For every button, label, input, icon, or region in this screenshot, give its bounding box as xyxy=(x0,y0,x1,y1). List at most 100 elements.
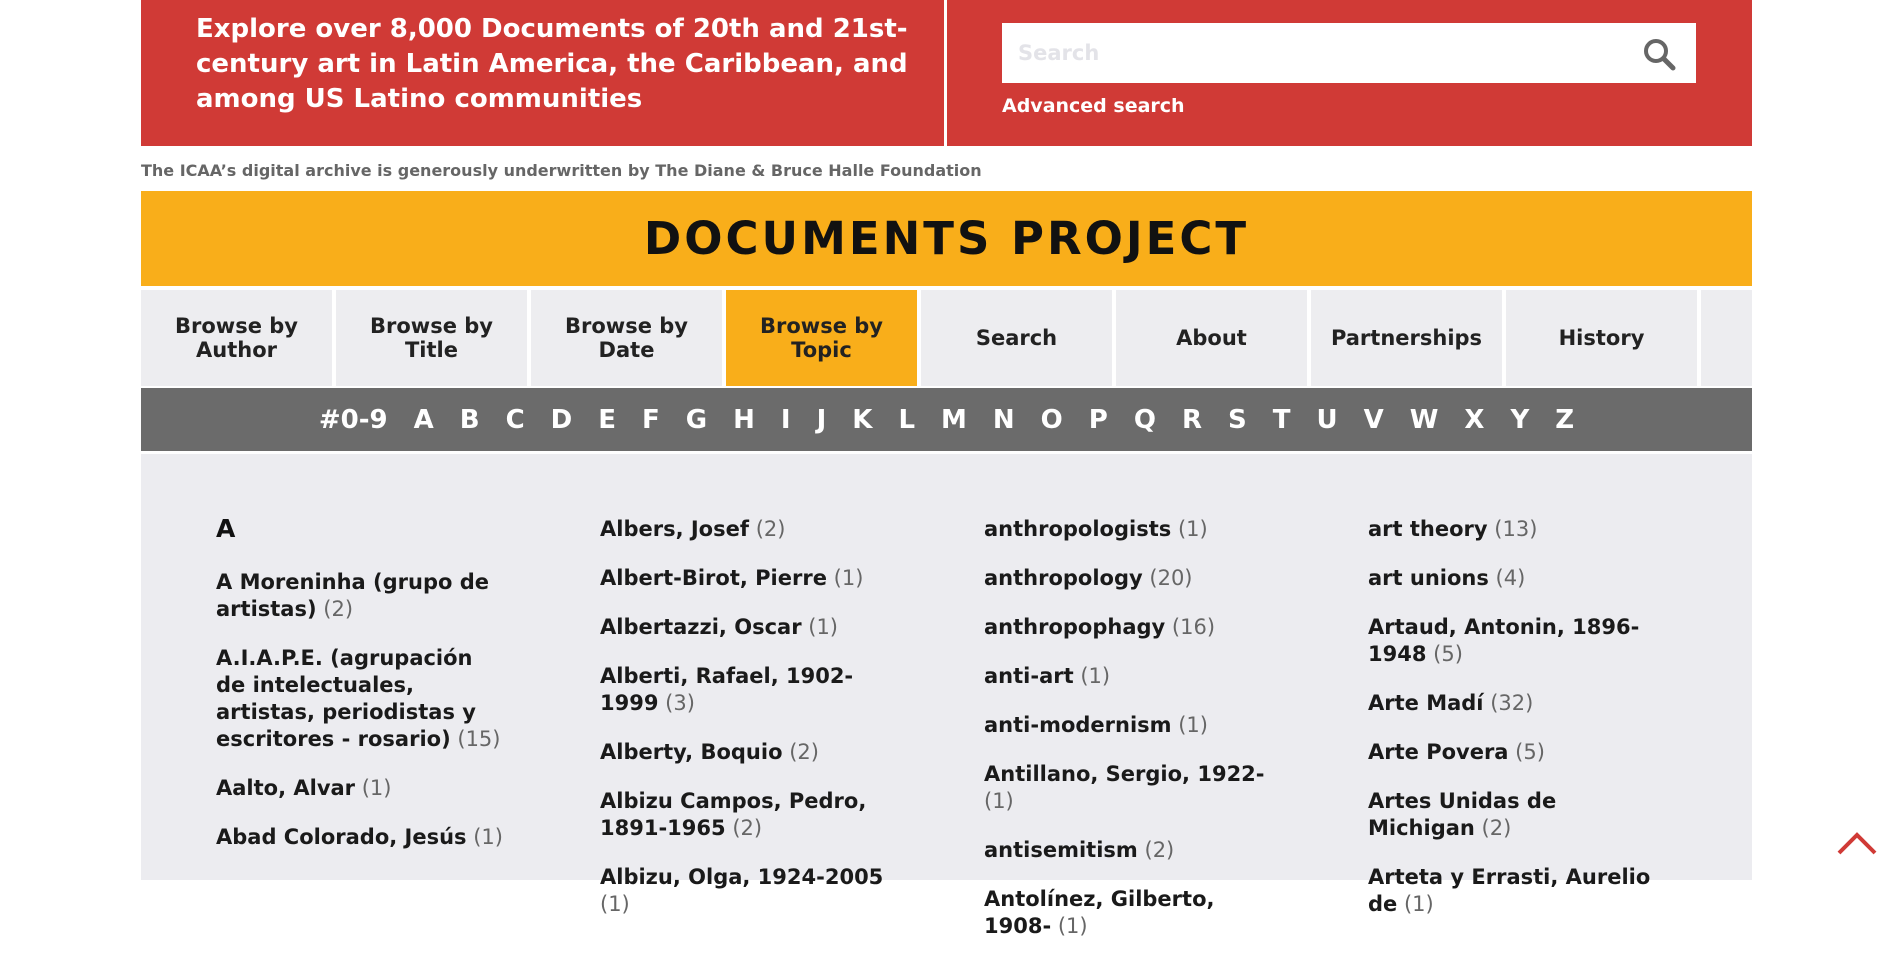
alphabet-link-z[interactable]: Z xyxy=(1542,405,1587,435)
topic-link[interactable]: Artes Unidas de Michigan xyxy=(1368,789,1556,840)
topic-link[interactable]: art theory xyxy=(1368,517,1488,541)
nav-spacer xyxy=(1701,290,1752,386)
alphabet-link-y[interactable]: Y xyxy=(1497,405,1542,435)
topic-link[interactable]: Alberty, Boquio xyxy=(600,740,783,764)
topic-entry: antisemitism (2) xyxy=(984,837,1274,864)
alphabet-nav: #0-9 A B C D E F G H I J K L M N O P Q R S T U V W X Y Z xyxy=(141,388,1752,451)
topic-entry: Arteta y Errasti, Aurelio de (1) xyxy=(1368,864,1658,918)
topic-count: (1) xyxy=(1178,713,1208,737)
underwriter-note: The ICAA’s digital archive is generously… xyxy=(141,161,982,180)
topic-entry: Antolínez, Gilberto, 1908- (1) xyxy=(984,886,1274,940)
topic-entry: anthropologists (1) xyxy=(984,516,1274,543)
page-title: DOCUMENTS PROJECT xyxy=(643,212,1250,265)
topic-link[interactable]: anthropology xyxy=(984,566,1143,590)
topic-link[interactable]: Alberti, Rafael, 1902-1999 xyxy=(600,664,853,715)
alphabet-link-a[interactable]: A xyxy=(401,405,447,435)
topic-link[interactable]: antisemitism xyxy=(984,838,1138,862)
alphabet-link-i[interactable]: I xyxy=(768,405,804,435)
topic-entry: Artes Unidas de Michigan (2) xyxy=(1368,788,1658,842)
topic-count: (32) xyxy=(1490,691,1534,715)
topic-entry: Antillano, Sergio, 1922- (1) xyxy=(984,761,1274,815)
topic-column: A A Moreninha (grupo de artistas) (2) A.I.… xyxy=(216,510,506,873)
topic-count: (3) xyxy=(665,691,695,715)
nav-tab-history[interactable]: History xyxy=(1506,290,1697,386)
topic-count: (2) xyxy=(1481,816,1512,840)
topic-link[interactable]: art unions xyxy=(1368,566,1489,590)
alphabet-link-r[interactable]: R xyxy=(1169,405,1215,435)
topic-entry: Albert-Birot, Pierre (1) xyxy=(600,565,890,592)
search-input[interactable] xyxy=(1002,23,1602,83)
topic-count: (5) xyxy=(1515,740,1545,764)
section-letter: A xyxy=(216,514,236,543)
alphabet-link-w[interactable]: W xyxy=(1397,405,1452,435)
topic-count: (1) xyxy=(984,789,1014,813)
topic-link[interactable]: Aalto, Alvar xyxy=(216,776,355,800)
nav-tab-browse-by-date[interactable]: Browse by Date xyxy=(531,290,722,386)
topic-link[interactable]: Arte Povera xyxy=(1368,740,1508,764)
topic-link[interactable]: Albertazzi, Oscar xyxy=(600,615,802,639)
alphabet-link-d[interactable]: D xyxy=(538,405,586,435)
topic-count: (15) xyxy=(457,727,501,751)
topic-link[interactable]: Antillano, Sergio, 1922- xyxy=(984,762,1265,786)
alphabet-link-j[interactable]: J xyxy=(804,405,840,435)
topic-link[interactable]: Albers, Josef xyxy=(600,517,749,541)
nav-tab-search[interactable]: Search xyxy=(921,290,1112,386)
nav-tab-about[interactable]: About xyxy=(1116,290,1307,386)
topic-entry: A Moreninha (grupo de artistas) (2) xyxy=(216,569,506,623)
hero-divider xyxy=(944,0,947,146)
topic-count: (2) xyxy=(755,517,786,541)
search-icon[interactable] xyxy=(1642,37,1676,71)
alphabet-link-q[interactable]: Q xyxy=(1121,405,1169,435)
topic-entry: Alberty, Boquio (2) xyxy=(600,739,890,766)
topic-link[interactable]: Albizu, Olga, 1924-2005 xyxy=(600,865,883,889)
alphabet-link-numbers[interactable]: #0-9 xyxy=(306,405,401,435)
alphabet-link-o[interactable]: O xyxy=(1028,405,1076,435)
alphabet-link-s[interactable]: S xyxy=(1215,405,1260,435)
topic-entry: anthropology (20) xyxy=(984,565,1274,592)
topic-entry: Alberti, Rafael, 1902-1999 (3) xyxy=(600,663,890,717)
chevron-up-icon[interactable] xyxy=(1836,830,1878,856)
nav-tab-browse-by-author[interactable]: Browse by Author xyxy=(141,290,332,386)
topic-link[interactable]: A.I.A.P.E. (agrupación de intelectuales,… xyxy=(216,646,476,751)
alphabet-link-m[interactable]: M xyxy=(928,405,980,435)
alphabet-link-l[interactable]: L xyxy=(885,405,928,435)
topic-count: (1) xyxy=(473,825,503,849)
alphabet-link-t[interactable]: T xyxy=(1260,405,1304,435)
topic-link[interactable]: Abad Colorado, Jesús xyxy=(216,825,467,849)
alphabet-link-v[interactable]: V xyxy=(1351,405,1397,435)
alphabet-link-c[interactable]: C xyxy=(493,405,538,435)
alphabet-link-h[interactable]: H xyxy=(720,405,768,435)
alphabet-link-k[interactable]: K xyxy=(839,405,885,435)
topic-count: (4) xyxy=(1495,566,1526,590)
topic-count: (1) xyxy=(600,892,630,916)
advanced-search-link[interactable]: Advanced search xyxy=(1002,95,1185,117)
topic-entry: Albertazzi, Oscar (1) xyxy=(600,614,890,641)
topic-link[interactable]: Arte Madí xyxy=(1368,691,1484,715)
topic-count: (1) xyxy=(833,566,864,590)
topic-list: A A Moreninha (grupo de artistas) (2) A.I.… xyxy=(141,454,1752,938)
topic-link[interactable]: Albert-Birot, Pierre xyxy=(600,566,827,590)
topic-count: (1) xyxy=(1403,892,1434,916)
nav-tab-partnerships[interactable]: Partnerships xyxy=(1311,290,1502,386)
topic-link[interactable]: anthropophagy xyxy=(984,615,1165,639)
alphabet-link-p[interactable]: P xyxy=(1076,405,1121,435)
alphabet-link-u[interactable]: U xyxy=(1303,405,1350,435)
alphabet-link-e[interactable]: E xyxy=(585,405,629,435)
topic-entry: anti-modernism (1) xyxy=(984,712,1274,739)
nav-tab-browse-by-topic[interactable]: Browse by Topic xyxy=(726,290,917,386)
topic-column: anthropologists (1) anthropology (20) anth… xyxy=(984,516,1274,962)
alphabet-link-b[interactable]: B xyxy=(447,405,493,435)
topic-link[interactable]: anthropologists xyxy=(984,517,1171,541)
topic-link[interactable]: Artaud, Antonin, 1896-1948 xyxy=(1368,615,1639,666)
topic-link[interactable]: Antolínez, Gilberto, 1908- xyxy=(984,887,1214,938)
alphabet-link-x[interactable]: X xyxy=(1451,405,1497,435)
alphabet-link-n[interactable]: N xyxy=(980,405,1028,435)
alphabet-link-f[interactable]: F xyxy=(629,405,673,435)
topic-link[interactable]: anti-modernism xyxy=(984,713,1172,737)
alphabet-link-g[interactable]: G xyxy=(673,405,720,435)
topic-count: (16) xyxy=(1171,615,1216,639)
topic-link[interactable]: anti-art xyxy=(984,664,1074,688)
nav-tab-browse-by-title[interactable]: Browse by Title xyxy=(336,290,527,386)
topic-count: (1) xyxy=(361,776,392,800)
topic-entry: Albizu, Olga, 1924-2005 (1) xyxy=(600,864,890,918)
